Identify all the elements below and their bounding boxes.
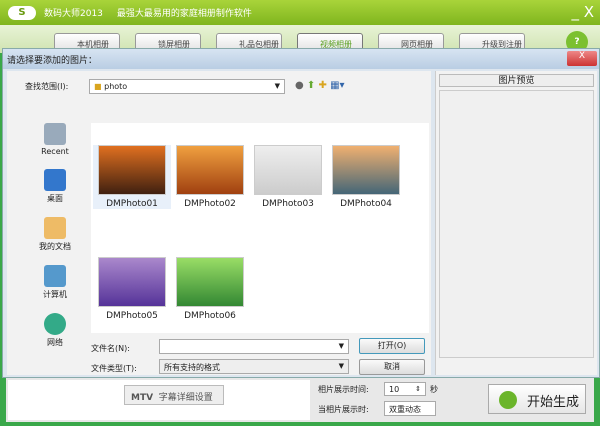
spin-arrows-icon: ⇕ xyxy=(415,385,421,393)
documents-icon xyxy=(44,217,66,239)
app-subtitle: 最强大最易用的家庭相册制作软件 xyxy=(116,9,252,19)
new-folder-icon[interactable]: ✚ xyxy=(319,80,327,91)
place-network[interactable]: 网络 xyxy=(25,313,85,348)
start-generate-button[interactable]: 开始生成 xyxy=(488,384,586,414)
duration-value: 10 xyxy=(389,385,400,394)
lookin-label: 查找范围(I): xyxy=(25,82,69,91)
place-label: 网络 xyxy=(47,338,63,347)
file-name: DMPhoto03 xyxy=(262,199,314,209)
duration-unit: 秒 xyxy=(430,385,438,394)
chevron-down-icon: ▼ xyxy=(274,82,280,90)
place-label: 桌面 xyxy=(47,194,63,203)
place-documents[interactable]: 我的文档 xyxy=(25,217,85,252)
thumbnail xyxy=(98,145,166,195)
chevron-down-icon: ▼ xyxy=(338,342,344,350)
dialog-close-button[interactable]: X xyxy=(567,51,597,66)
open-button[interactable]: 打开(O) xyxy=(359,338,425,354)
lookin-value: photo xyxy=(104,82,128,91)
app-title: 数码大师2013 xyxy=(44,9,103,19)
view-menu-icon[interactable]: ▦▾ xyxy=(330,80,344,91)
file-item[interactable]: DMPhoto03 xyxy=(249,145,327,209)
file-item[interactable]: DMPhoto01 xyxy=(93,145,171,209)
filetype-value: 所有支持的格式 xyxy=(164,363,220,372)
lookin-combo[interactable]: ■ photo ▼ xyxy=(89,79,285,94)
effect-label: 当相片展示时: xyxy=(318,405,369,414)
subtitle-settings-label: 字幕详细设置 xyxy=(158,393,213,403)
place-label: 我的文档 xyxy=(39,242,71,251)
subtitle-settings-button[interactable]: MTV 字幕详细设置 xyxy=(124,385,224,405)
places-bar: Recent 桌面 我的文档 计算机 网络 xyxy=(25,123,85,361)
preview-panel: 图片预览 xyxy=(435,71,597,375)
file-item[interactable]: DMPhoto06 xyxy=(171,257,249,321)
up-folder-icon[interactable]: ⬆ xyxy=(307,80,315,91)
thumbnail xyxy=(176,257,244,307)
file-name: DMPhoto06 xyxy=(184,311,236,321)
place-desktop[interactable]: 桌面 xyxy=(25,169,85,204)
preview-area xyxy=(439,90,594,358)
desktop-icon xyxy=(44,169,66,191)
duration-spinner[interactable]: 10 ⇕ xyxy=(384,382,426,396)
file-item[interactable]: DMPhoto05 xyxy=(93,257,171,321)
minimize-button[interactable]: _ xyxy=(571,3,579,21)
file-item[interactable]: DMPhoto02 xyxy=(171,145,249,209)
place-label: 计算机 xyxy=(43,290,67,299)
title-bar: S 数码大师2013 最强大最易用的家庭相册制作软件 _ X xyxy=(0,0,600,25)
effect-value: 双重动态 xyxy=(389,405,421,414)
close-button[interactable]: X xyxy=(584,3,594,21)
back-icon[interactable]: ● xyxy=(295,80,304,91)
recent-icon xyxy=(44,123,66,145)
thumbnail xyxy=(254,145,322,195)
bottom-panel: MTV 字幕详细设置 相片展示时间: 10 ⇕ 秒 当相片展示时: 双重动态 开始… xyxy=(6,378,594,422)
cancel-button[interactable]: 取消 xyxy=(359,359,425,375)
filetype-select[interactable]: 所有支持的格式 ▼ xyxy=(159,359,349,374)
open-file-dialog: 请选择要添加的图片： X 查找范围(I): ■ photo ▼ ● ⬆ ✚ ▦▾ … xyxy=(2,48,600,378)
file-name: DMPhoto02 xyxy=(184,199,236,209)
network-icon xyxy=(44,313,66,335)
file-list: DMPhoto01 DMPhoto02 DMPhoto03 DMPhoto04 … xyxy=(91,123,429,333)
file-name: DMPhoto01 xyxy=(106,199,158,209)
place-computer[interactable]: 计算机 xyxy=(25,265,85,300)
mtv-label: MTV xyxy=(131,393,154,403)
app-logo: S xyxy=(8,5,36,20)
folder-icon: ■ xyxy=(94,82,105,91)
filename-label: 文件名(N): xyxy=(91,344,130,353)
generate-label: 开始生成 xyxy=(527,395,580,410)
chevron-down-icon: ▼ xyxy=(338,362,344,370)
computer-icon xyxy=(44,265,66,287)
play-icon xyxy=(499,391,517,409)
place-recent[interactable]: Recent xyxy=(25,123,85,156)
effect-select[interactable]: 双重动态 xyxy=(384,401,436,416)
thumbnail xyxy=(176,145,244,195)
place-label: Recent xyxy=(41,147,69,156)
subtitle-area: MTV 字幕详细设置 xyxy=(8,380,310,420)
filetype-label: 文件类型(T): xyxy=(91,364,137,373)
filename-input[interactable]: ▼ xyxy=(159,339,349,354)
file-name: DMPhoto04 xyxy=(340,199,392,209)
file-item[interactable]: DMPhoto04 xyxy=(327,145,405,209)
dialog-title: 请选择要添加的图片： xyxy=(3,49,599,69)
file-name: DMPhoto05 xyxy=(106,311,158,321)
preview-title: 图片预览 xyxy=(439,74,594,87)
duration-label: 相片展示时间: xyxy=(318,385,369,394)
thumbnail xyxy=(98,257,166,307)
thumbnail xyxy=(332,145,400,195)
